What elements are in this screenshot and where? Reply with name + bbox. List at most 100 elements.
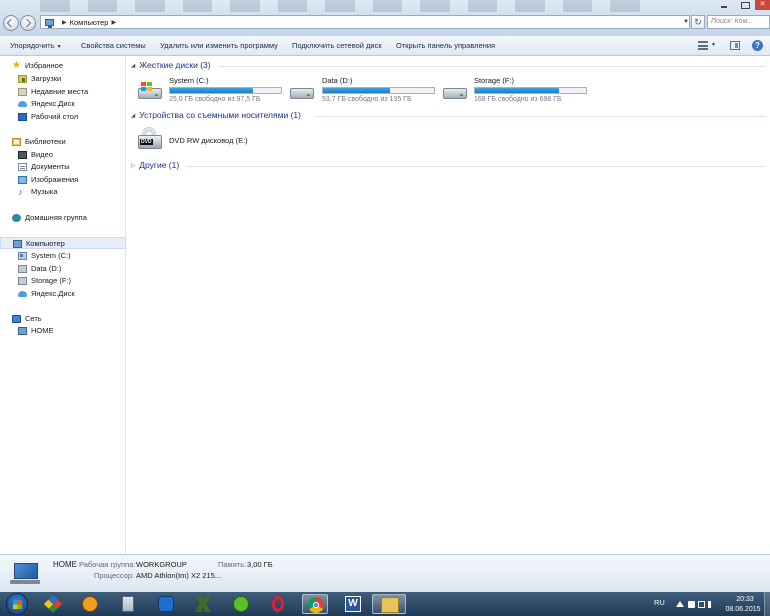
video-icon [18, 151, 27, 159]
help-icon[interactable]: ? [752, 40, 763, 51]
group-divider [186, 166, 766, 167]
music-icon: ♪ [18, 187, 23, 197]
sidebar-item-home[interactable]: HOME [0, 325, 126, 337]
sidebar-item-favorites[interactable]: ★ Избранное [0, 60, 126, 72]
breadcrumb-arrow-icon[interactable]: ▶ [111, 19, 116, 26]
group-header-hard-drives[interactable]: ◢ Жесткие диски (3) [131, 60, 211, 70]
collapse-triangle-icon: ◢ [131, 113, 136, 119]
sidebar-item-storage-f[interactable]: Storage (F:) [0, 275, 126, 287]
drive-name[interactable]: System (C:) [169, 76, 209, 85]
sidebar-item-downloads[interactable]: Загрузки [0, 73, 126, 85]
group-divider [316, 116, 766, 117]
maximize-button[interactable] [734, 0, 756, 10]
drive-name[interactable]: Data (D:) [322, 76, 352, 85]
taskbar-app-calculator[interactable] [115, 594, 141, 614]
minimize-button[interactable] [713, 0, 735, 10]
drive-item-system-c[interactable] [138, 82, 162, 100]
clock-time[interactable]: 20:33 [727, 596, 763, 603]
group-header-removable[interactable]: ◢ Устройства со съемными носителями (1) [131, 110, 301, 120]
drive-led [460, 94, 463, 96]
open-control-panel-button[interactable]: Открыть панель управления [396, 41, 495, 50]
breadcrumb-arrow-icon[interactable]: ▶ [62, 19, 67, 26]
dvd-badge: DVD [140, 139, 153, 145]
back-button[interactable] [3, 15, 19, 31]
sidebar-item-libraries[interactable]: Библиотеки [0, 136, 126, 148]
drive-item-data-d[interactable] [290, 82, 314, 100]
collapse-triangle-icon: ◢ [131, 63, 136, 69]
system-properties-button[interactable]: Свойства системы [81, 41, 146, 50]
taskbar-app-maxthon[interactable] [153, 594, 179, 614]
sidebar-item-label: Избранное [25, 61, 64, 70]
sidebar-item-pictures[interactable]: Изображения [0, 174, 126, 186]
taskbar-app-explorer[interactable] [372, 594, 406, 614]
preview-pane-icon[interactable] [730, 41, 740, 50]
sidebar-item-music[interactable]: ♪ Музыка [0, 186, 126, 198]
sidebar-item-label: Видео [31, 150, 53, 159]
breadcrumb-computer[interactable]: Компьютер [70, 18, 109, 27]
sidebar-item-yandex-disk[interactable]: Яндекс.Диск [0, 98, 126, 110]
sidebar-item-video[interactable]: Видео [0, 149, 126, 161]
group-header-other[interactable]: ▷ Другие (1) [131, 160, 179, 170]
start-button[interactable] [4, 593, 30, 615]
organize-button[interactable]: Упорядочить ▼ [10, 41, 62, 50]
dvd-drive-name[interactable]: DVD RW дисковод (E:) [169, 136, 248, 145]
search-input[interactable]: Поиск: Ком... [707, 15, 770, 29]
address-bar[interactable]: ▶ Компьютер ▶ [40, 15, 690, 29]
yandex-disk-icon [18, 291, 27, 297]
taskbar-app-archiver[interactable] [40, 594, 66, 614]
sidebar-item-data-d[interactable]: Data (D:) [0, 263, 126, 275]
drive-usage-bar [322, 87, 435, 94]
drive-name[interactable]: Storage (F:) [474, 76, 514, 85]
uninstall-program-button[interactable]: Удалить или изменить программу [160, 41, 278, 50]
drive-led [155, 94, 158, 96]
network-status-icon[interactable] [698, 601, 705, 608]
processor-value: AMD Athlon(tm) X2 215... [136, 571, 222, 580]
close-button[interactable]: ✕ [755, 0, 770, 10]
word-icon: W [345, 596, 361, 612]
chrome-icon [308, 597, 324, 613]
map-network-drive-button[interactable]: Подключить сетевой диск [292, 41, 382, 50]
dvd-drive-item[interactable]: DVD [138, 127, 162, 151]
computer-icon [45, 18, 54, 28]
show-desktop-button[interactable] [764, 592, 770, 616]
clock-date[interactable]: 08.06.2015 [722, 606, 764, 613]
taskbar-app-aimp[interactable] [77, 594, 103, 614]
memory-label: Память: [218, 560, 247, 569]
action-center-flag-icon[interactable] [688, 601, 695, 608]
computer-icon [13, 240, 22, 248]
sidebar-item-computer[interactable]: Компьютер [0, 237, 126, 249]
sidebar-item-homegroup[interactable]: Домашняя группа [0, 212, 126, 224]
refresh-icon[interactable]: ↻ [691, 15, 705, 29]
address-history-chevron-icon[interactable]: ▼ [682, 17, 690, 27]
taskbar-app-opera[interactable] [265, 594, 291, 614]
sidebar-item-label: Изображения [31, 175, 79, 184]
taskbar-app-chrome[interactable] [302, 594, 328, 614]
forward-button[interactable] [20, 15, 36, 31]
drive-item-storage-f[interactable] [443, 82, 467, 100]
sidebar-item-yandex-disk-computer[interactable]: Яндекс.Диск [0, 288, 126, 300]
taskbar-app-word[interactable]: W [340, 594, 366, 614]
taskbar-app-utorrent[interactable] [228, 594, 254, 614]
sidebar-item-label: Рабочий стол [31, 112, 79, 121]
workgroup-label: Рабочая группа: [79, 560, 136, 569]
volume-icon[interactable] [708, 601, 715, 608]
memory-value: 3,00 ГБ [247, 560, 273, 569]
change-view-icon[interactable] [698, 41, 708, 50]
calculator-icon [122, 596, 134, 612]
utorrent-icon [233, 596, 249, 612]
sidebar-item-recent-places[interactable]: Недавние места [0, 86, 126, 98]
chevron-down-icon[interactable]: ▼ [711, 42, 716, 48]
drive-icon [18, 265, 27, 273]
drive-usage-bar [169, 87, 282, 94]
organize-label: Упорядочить [10, 41, 55, 50]
language-indicator[interactable]: RU [654, 598, 665, 607]
sidebar-item-desktop[interactable]: Рабочий стол [0, 111, 126, 123]
aimp-icon [82, 596, 98, 612]
sidebar-item-label: Яндекс.Диск [31, 99, 75, 108]
taskbar-app-generic[interactable] [190, 594, 216, 614]
windows-logo-icon [141, 82, 153, 92]
sidebar-item-documents[interactable]: Документы [0, 161, 126, 173]
sidebar-item-system-c[interactable]: System (C:) [0, 250, 126, 262]
sidebar-item-network[interactable]: Сеть [0, 313, 126, 325]
show-hidden-icons-icon[interactable] [676, 601, 684, 607]
